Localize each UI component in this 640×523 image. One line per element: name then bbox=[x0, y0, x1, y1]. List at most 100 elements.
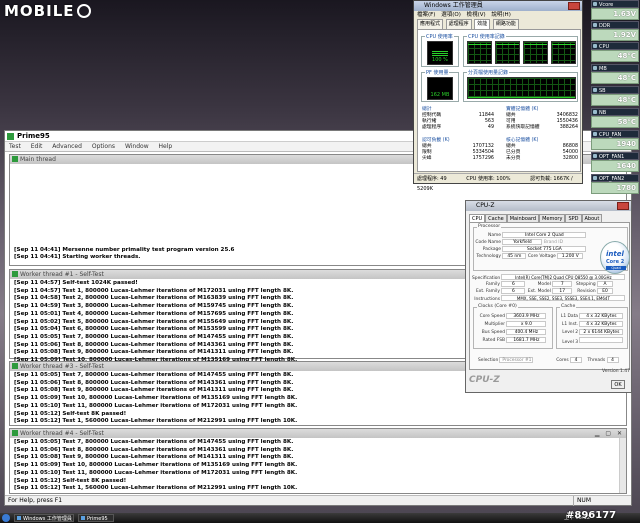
field-package: Package Socket 775 LGA bbox=[475, 246, 587, 253]
cpuz-titlebar[interactable]: CPU-Z bbox=[466, 201, 631, 211]
clocks-group: Clocks (Core #0) Core Speed 3603.9 MHz M… bbox=[473, 304, 553, 349]
tab-performance[interactable]: 效能 bbox=[474, 19, 491, 29]
field-value: 6 bbox=[501, 288, 526, 294]
menu-edit[interactable]: Edit bbox=[31, 143, 43, 150]
menu-help[interactable]: Help bbox=[159, 143, 173, 150]
cpu-usage-group: CPU 使用率 100 % bbox=[421, 33, 459, 67]
sensor-label: Vcore bbox=[591, 0, 639, 8]
task-manager-tabs: 應用程式 處理程序 效能 網路功能 bbox=[414, 19, 582, 29]
cpu-history-graph-core2 bbox=[495, 41, 520, 64]
field-l1-inst: L1 Inst. 4 x 32 KBytes bbox=[558, 321, 624, 328]
commit-charge-section: 認可負載 (K) 總共 1707132 限制 5334504 尖峰 1757296 bbox=[422, 138, 494, 162]
field-value: 17 bbox=[552, 288, 573, 294]
sensor-vcore: Vcore 1.63V bbox=[591, 0, 639, 22]
tab-processes[interactable]: 處理程序 bbox=[445, 19, 472, 29]
cores-label: Cores bbox=[556, 358, 569, 363]
processor-select[interactable]: Processor #1 bbox=[499, 357, 534, 363]
clocks-label: Clocks (Core #0) bbox=[477, 304, 518, 309]
field-value: Socket 775 LGA bbox=[502, 246, 587, 252]
cores-value: 4 bbox=[570, 357, 583, 363]
field-value: MMX, SSE, SSE2, SSE3, SSSE3, SSE4.1, EM6… bbox=[501, 295, 626, 301]
close-button[interactable] bbox=[568, 2, 580, 10]
field-value: 1681.7 MHz bbox=[506, 337, 547, 343]
worker4-window[interactable]: Worker thread #4 - Self-Test ▁ ▢ ✕ [Sep … bbox=[9, 428, 627, 494]
field-label: L1 Inst. bbox=[561, 322, 578, 327]
kernel-memory-section: 核心記憶體 (K) 總共 86808 已分頁 54000 未分頁 32800 bbox=[506, 138, 578, 162]
sensor-value: 48°C bbox=[591, 50, 639, 62]
tab-networking[interactable]: 網路功能 bbox=[492, 19, 519, 29]
log-line: [Sep 11 05:08] Test 9, 800000 Lucas-Lehm… bbox=[14, 454, 294, 461]
window-controls[interactable]: ▁ ▢ ✕ bbox=[595, 430, 624, 437]
stat-value: 1757296 bbox=[472, 156, 494, 161]
menu-view[interactable]: 檢視(V) bbox=[467, 12, 486, 18]
field-multiplier: Multiplier x 9.0 bbox=[475, 321, 547, 328]
close-button[interactable] bbox=[617, 202, 629, 210]
sensor-label: DDR bbox=[591, 21, 639, 29]
stat-label: 系統快取記憶體 bbox=[506, 125, 540, 130]
cpu-history-graph-core1 bbox=[467, 41, 492, 64]
threads-label: Threads bbox=[587, 358, 606, 363]
cpuz-window: CPU-Z CPU Cache Mainboard Memory SPD About Pr… bbox=[465, 200, 632, 393]
pf-usage-meter: 162 MB bbox=[427, 77, 453, 100]
sensor-label: CPU bbox=[591, 42, 639, 50]
field-value: E0 bbox=[597, 288, 614, 294]
status-help-text: For Help, press F1 bbox=[8, 497, 63, 504]
field-level3: Level 3 bbox=[558, 337, 624, 346]
cpuz-brand-logo: CPU-Z bbox=[469, 375, 500, 385]
cache-label: Cache bbox=[560, 304, 577, 309]
logo-circle-icon bbox=[76, 4, 91, 18]
sensor-opt-fan2: OPT_FAN2 1780 bbox=[591, 174, 639, 196]
sensor-value: 58°C bbox=[591, 116, 639, 128]
log-line: [Sep 11 05:12] Self-test 8K passed! bbox=[14, 410, 127, 417]
sensor-label: NB bbox=[591, 108, 639, 116]
prime95-statusbar: For Help, press F1 NUM bbox=[5, 495, 631, 506]
ok-button[interactable]: OK bbox=[611, 380, 625, 389]
menu-help[interactable]: 說明(H) bbox=[491, 12, 510, 18]
field-value: 7 bbox=[552, 281, 573, 287]
selection-label: Selection bbox=[478, 358, 499, 363]
field-value: 4 x 32 KBytes bbox=[579, 321, 624, 327]
task-manager-menubar: 檔案(F) 選項(O) 檢視(V) 說明(H) bbox=[414, 11, 582, 19]
menu-file[interactable]: 檔案(F) bbox=[417, 12, 435, 18]
tab-applications[interactable]: 應用程式 bbox=[417, 19, 444, 29]
log-line: [Sep 11 05:10] Test 11, 800000 Lucas-Leh… bbox=[14, 469, 298, 476]
vertical-scrollbar[interactable] bbox=[619, 438, 626, 493]
taskbar-button-task-manager[interactable]: Windows 工作管理員 bbox=[14, 514, 74, 522]
field-core-speed: Core Speed 3603.9 MHz bbox=[475, 313, 547, 320]
cpu-history-graph-core4 bbox=[551, 41, 576, 64]
log-line: [Sep 11 05:09] Test 10, 800000 Lucas-Leh… bbox=[14, 395, 298, 402]
performance-panel: CPU 使用率 100 % CPU 使用率記錄 PF 使用量 162 MB 分頁… bbox=[417, 29, 581, 172]
field-instructions: Instructions MMX, SSE, SSE2, SSE3, SSSE3… bbox=[472, 295, 626, 303]
task-manager-titlebar[interactable]: Windows 工作管理員 bbox=[414, 1, 582, 11]
processor-label: Processor bbox=[477, 224, 502, 229]
stat-label: 處理程序 bbox=[422, 125, 442, 130]
log-line: [Sep 11 05:06] Test 8, 800000 Lucas-Lehm… bbox=[14, 446, 294, 453]
start-orb-icon[interactable] bbox=[2, 514, 10, 522]
field-label: Brand ID bbox=[543, 240, 563, 245]
field-name: Name Intel Core 2 Quad bbox=[475, 232, 587, 239]
log-line: [Sep 11 05:09] Test 10, 800000 Lucas-Leh… bbox=[14, 462, 298, 469]
field-label: Technology bbox=[476, 254, 501, 259]
cpu-usage-value: 100 % bbox=[432, 57, 448, 63]
log-line: [Sep 11 05:12] Test 1, 560000 Lucas-Lehm… bbox=[14, 485, 298, 492]
intel-logo-line2: Core 2 bbox=[606, 259, 625, 265]
field-value: 3603.9 MHz bbox=[506, 313, 547, 319]
sensor-value: 1780 bbox=[591, 182, 639, 194]
cpu-usage-label: CPU 使用率 bbox=[425, 33, 454, 40]
menu-test[interactable]: Test bbox=[9, 143, 21, 150]
menu-options[interactable]: 選項(O) bbox=[441, 12, 461, 18]
menu-window[interactable]: Window bbox=[125, 143, 149, 150]
menu-advanced[interactable]: Advanced bbox=[52, 143, 82, 150]
field-value: 6 bbox=[501, 281, 526, 287]
taskbar-button-prime95[interactable]: Prime95 bbox=[78, 514, 114, 522]
worker4-title[interactable]: Worker thread #4 - Self-Test bbox=[10, 429, 626, 438]
menu-options[interactable]: Options bbox=[92, 143, 115, 150]
worker4-log: [Sep 11 05:05] Test 7, 800000 Lucas-Lehm… bbox=[10, 438, 626, 494]
task-manager-window: Windows 工作管理員 檔案(F) 選項(O) 檢視(V) 說明(H) 應用… bbox=[413, 0, 583, 192]
sensor-ddr: DDR 1.92V bbox=[591, 21, 639, 43]
sensor-value: 1940 bbox=[591, 138, 639, 150]
processor-group: Processor Name Intel Core 2 Quad Code Na… bbox=[473, 224, 630, 274]
field-label: Core Voltage bbox=[527, 254, 556, 259]
field-label: Core Speed bbox=[479, 314, 505, 319]
pf-usage-group: PF 使用量 162 MB bbox=[421, 69, 459, 102]
